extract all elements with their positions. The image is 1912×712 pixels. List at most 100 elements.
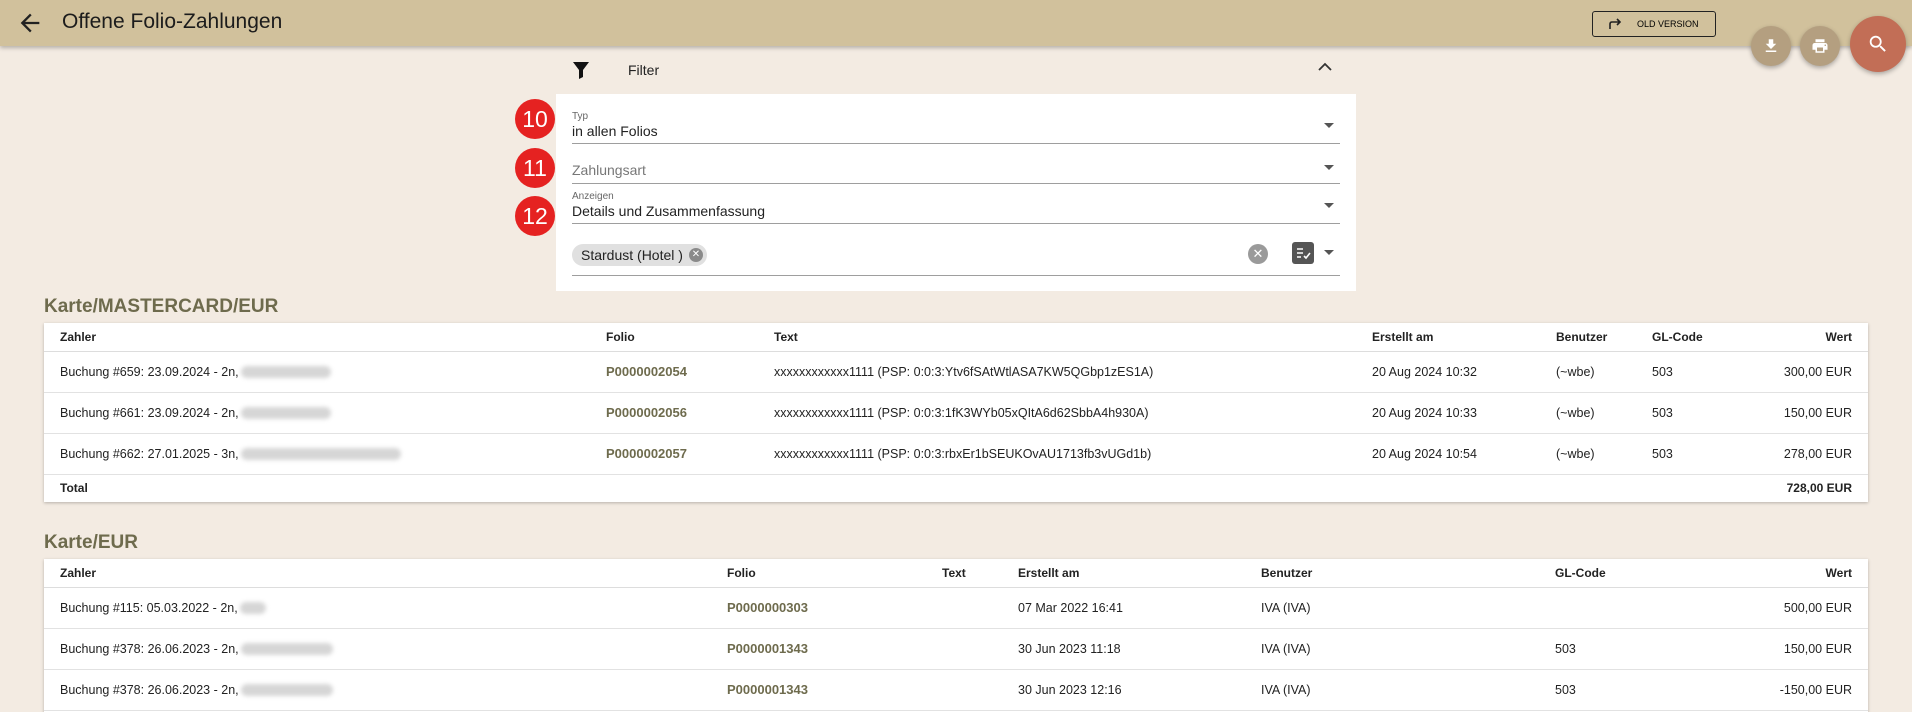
cell-benutzer: (~wbe) xyxy=(1540,392,1636,434)
column-header-folio[interactable]: Folio xyxy=(711,559,926,588)
column-header-text[interactable]: Text xyxy=(758,323,1356,352)
folio-link[interactable]: P0000001343 xyxy=(711,669,926,711)
cell-zahler: Buchung #659: 23.09.2024 - 2n, xyxy=(44,351,590,393)
payments-table-eur: Zahler Folio Text Erstellt am Benutzer G… xyxy=(44,559,1868,712)
column-header-zahler[interactable]: Zahler xyxy=(44,559,711,588)
typ-value: in allen Folios xyxy=(572,123,658,139)
anzeigen-select[interactable]: Anzeigen Details und Zusammenfassung xyxy=(572,186,1340,224)
filter-header[interactable]: Filter xyxy=(556,52,1356,92)
column-header-erstellt[interactable]: Erstellt am xyxy=(1356,323,1540,352)
dropdown-arrow-icon xyxy=(1324,165,1334,170)
table-row[interactable]: Buchung #115: 05.03.2022 - 2n, P00000003… xyxy=(44,587,1868,629)
property-multiselect[interactable]: Stardust (Hotel ) ✕ ✕ xyxy=(572,232,1340,276)
cell-benutzer: IVA (IVA) xyxy=(1245,628,1539,670)
select-all-icon[interactable] xyxy=(1292,242,1314,264)
chip-label: Stardust (Hotel ) xyxy=(581,247,683,263)
redacted-name xyxy=(240,407,331,420)
cell-text xyxy=(926,628,1002,670)
redacted-name xyxy=(240,448,401,461)
table-row[interactable]: Buchung #662: 27.01.2025 - 3n, P00000020… xyxy=(44,433,1868,475)
typ-label: Typ xyxy=(572,111,589,122)
column-header-gl-code[interactable]: GL-Code xyxy=(1636,323,1752,352)
cell-zahler: Buchung #378: 26.06.2023 - 2n, xyxy=(44,669,711,711)
dropdown-arrow-icon xyxy=(1324,250,1334,255)
download-icon xyxy=(1765,39,1777,52)
step-badge-12: 12 xyxy=(515,196,555,236)
cell-benutzer: (~wbe) xyxy=(1540,433,1636,475)
cell-wert: 150,00 EUR xyxy=(1739,628,1868,670)
dropdown-arrow-icon xyxy=(1324,123,1334,128)
column-header-wert[interactable]: Wert xyxy=(1739,559,1868,588)
filter-label: Filter xyxy=(628,62,660,78)
cell-wert: 500,00 EUR xyxy=(1739,587,1868,629)
section-title: Karte/MASTERCARD/EUR xyxy=(44,296,279,317)
column-header-text[interactable]: Text xyxy=(926,559,1002,588)
clear-icon[interactable]: ✕ xyxy=(1248,244,1268,264)
redo-arrow-icon xyxy=(1609,18,1622,29)
old-version-label: OLD VERSION xyxy=(1637,19,1699,29)
column-header-benutzer[interactable]: Benutzer xyxy=(1540,323,1636,352)
cell-text: xxxxxxxxxxxx1111 (PSP: 0:0:3:rbxEr1bSEUK… xyxy=(758,433,1356,475)
column-header-folio[interactable]: Folio xyxy=(590,323,758,352)
search-button[interactable] xyxy=(1850,16,1906,72)
column-header-benutzer[interactable]: Benutzer xyxy=(1245,559,1539,588)
cell-erstellt: 30 Jun 2023 11:18 xyxy=(1002,628,1245,670)
table-row[interactable]: Buchung #378: 26.06.2023 - 2n, P00000013… xyxy=(44,669,1868,711)
cell-benutzer: IVA (IVA) xyxy=(1245,669,1539,711)
cell-erstellt: 20 Aug 2024 10:54 xyxy=(1356,433,1540,475)
table-row[interactable]: Buchung #378: 26.06.2023 - 2n, P00000013… xyxy=(44,628,1868,670)
column-header-erstellt[interactable]: Erstellt am xyxy=(1002,559,1245,588)
cell-gl-code: 503 xyxy=(1636,392,1752,434)
page-title: Offene Folio-Zahlungen xyxy=(62,10,283,33)
app-bar: Offene Folio-Zahlungen OLD VERSION xyxy=(0,0,1912,46)
cell-gl-code: 503 xyxy=(1539,669,1739,711)
cell-gl-code xyxy=(1539,587,1739,629)
back-arrow-icon[interactable] xyxy=(16,9,44,37)
total-label: Total xyxy=(44,474,590,502)
cell-text: xxxxxxxxxxxx1111 (PSP: 0:0:3:1fK3WYb05xQ… xyxy=(758,392,1356,434)
print-button[interactable] xyxy=(1800,26,1840,66)
column-header-zahler[interactable]: Zahler xyxy=(44,323,590,352)
anzeigen-label: Anzeigen xyxy=(572,191,614,202)
folio-link[interactable]: P0000001343 xyxy=(711,628,926,670)
download-button[interactable] xyxy=(1751,26,1791,66)
typ-select[interactable]: Typ in allen Folios xyxy=(572,102,1340,144)
cell-text: xxxxxxxxxxxx1111 (PSP: 0:0:3:Ytv6fSAtWtl… xyxy=(758,351,1356,393)
total-row: Total 728,00 EUR xyxy=(44,474,1868,502)
cell-text xyxy=(926,587,1002,629)
selected-property-chip: Stardust (Hotel ) ✕ xyxy=(572,244,707,266)
cell-erstellt: 30 Jun 2023 12:16 xyxy=(1002,669,1245,711)
table-row[interactable]: Buchung #659: 23.09.2024 - 2n, P00000020… xyxy=(44,351,1868,393)
cell-wert: 278,00 EUR xyxy=(1752,433,1868,475)
column-header-wert[interactable]: Wert xyxy=(1752,323,1868,352)
anzeigen-value: Details und Zusammenfassung xyxy=(572,203,765,219)
zahlungsart-select[interactable]: Zahlungsart xyxy=(572,146,1340,184)
old-version-button[interactable]: OLD VERSION xyxy=(1592,11,1716,37)
folio-link[interactable]: P0000002057 xyxy=(590,433,758,475)
total-value: 728,00 EUR xyxy=(1752,474,1868,502)
cell-text xyxy=(926,669,1002,711)
folio-link[interactable]: P0000002054 xyxy=(590,351,758,393)
cell-erstellt: 07 Mar 2022 16:41 xyxy=(1002,587,1245,629)
cell-zahler: Buchung #662: 27.01.2025 - 3n, xyxy=(44,433,590,475)
cell-wert: 150,00 EUR xyxy=(1752,392,1868,434)
step-badge-11: 11 xyxy=(515,148,555,188)
filter-icon xyxy=(573,62,589,79)
table-row[interactable]: Buchung #661: 23.09.2024 - 2n, P00000020… xyxy=(44,392,1868,434)
cell-zahler: Buchung #115: 05.03.2022 - 2n, xyxy=(44,587,711,629)
column-header-gl-code[interactable]: GL-Code xyxy=(1539,559,1739,588)
cell-wert: 300,00 EUR xyxy=(1752,351,1868,393)
redacted-name xyxy=(240,643,333,656)
payments-table-mastercard: Zahler Folio Text Erstellt am Benutzer G… xyxy=(44,323,1868,502)
print-icon xyxy=(1812,39,1828,53)
chip-remove-icon[interactable]: ✕ xyxy=(688,248,703,262)
cell-zahler: Buchung #378: 26.06.2023 - 2n, xyxy=(44,628,711,670)
cell-erstellt: 20 Aug 2024 10:33 xyxy=(1356,392,1540,434)
zahlungsart-placeholder: Zahlungsart xyxy=(572,162,646,178)
cell-wert: -150,00 EUR xyxy=(1739,669,1868,711)
search-icon xyxy=(1869,35,1886,52)
folio-link[interactable]: P0000002056 xyxy=(590,392,758,434)
chevron-up-icon[interactable] xyxy=(1318,62,1332,72)
cell-gl-code: 503 xyxy=(1636,433,1752,475)
folio-link[interactable]: P0000000303 xyxy=(711,587,926,629)
